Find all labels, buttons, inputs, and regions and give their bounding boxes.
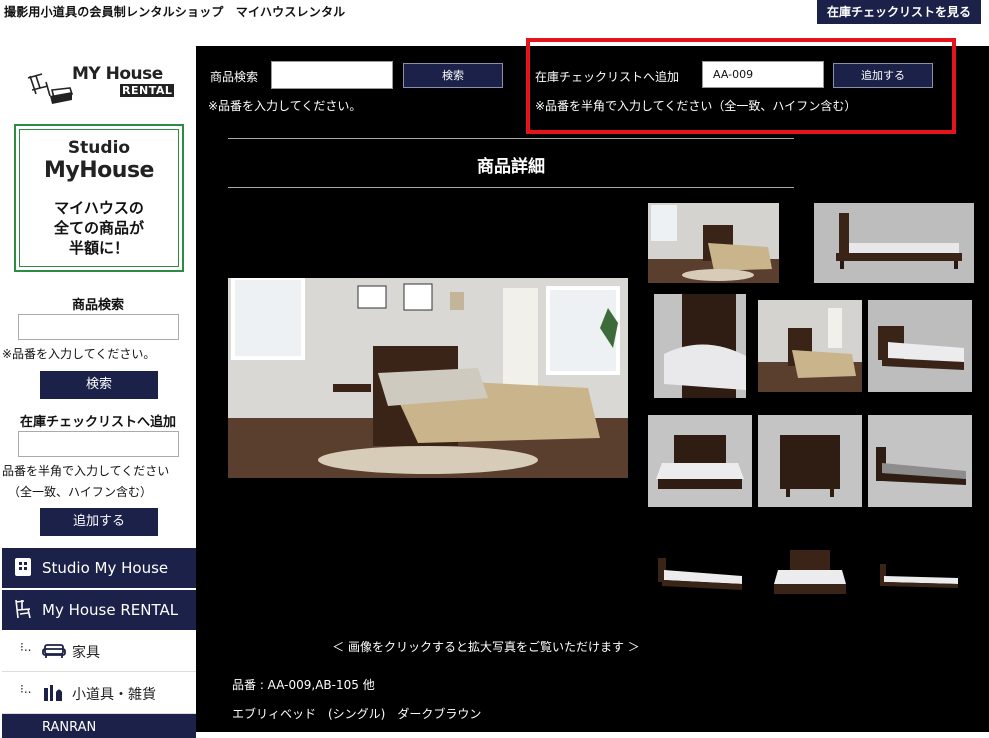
sidebar-search-button[interactable]: 検索 bbox=[40, 371, 158, 399]
site-logo[interactable]: MY House RENTAL bbox=[26, 64, 176, 108]
nav-label: My House RENTAL bbox=[42, 601, 179, 619]
banner-promo-text: マイハウスの 全ての商品が 半額に！ bbox=[16, 198, 182, 258]
click-to-enlarge-note: ＜ 画像をクリックすると拡大写真をご覧いただけます ＞ bbox=[332, 640, 640, 654]
studio-myhouse-banner[interactable]: Studio MyHouse マイハウスの 全ての商品が 半額に！ bbox=[14, 124, 184, 272]
sidebar-stock-note-2: （全一致、ハイフン含む） bbox=[8, 485, 153, 499]
building-icon bbox=[15, 558, 31, 576]
subnav-label: 小道具・雑貨 bbox=[72, 687, 156, 703]
sidebar-stock-input[interactable] bbox=[18, 431, 179, 457]
sidebar: MY House RENTAL Studio MyHouse マイハウスの 全て… bbox=[0, 46, 196, 738]
stock-checklist-note: ※品番を半角で入力してください（全一致、ハイフン含む） bbox=[535, 99, 857, 113]
thumbnail-headboard-back[interactable] bbox=[758, 415, 862, 507]
logo-sub-text: RENTAL bbox=[120, 84, 175, 97]
thumbnail-small-1[interactable] bbox=[656, 552, 748, 598]
subnav-label: 家具 bbox=[72, 645, 100, 661]
sidebar-search-input[interactable] bbox=[18, 314, 179, 340]
main-product-photo[interactable] bbox=[228, 278, 628, 478]
view-checklist-button[interactable]: 在庫チェックリストを見る bbox=[816, 0, 981, 24]
thumbnail-side-view[interactable] bbox=[814, 203, 974, 283]
tree-dots-icon: ⁝.. bbox=[20, 640, 32, 654]
props-icon bbox=[44, 685, 62, 701]
subnav-props[interactable]: ⁝.. 小道具・雑貨 bbox=[2, 672, 196, 714]
thumbnail-room-detail[interactable] bbox=[758, 300, 862, 392]
nav-ranran[interactable]: RANRAN bbox=[2, 714, 196, 738]
sidebar-stock-heading: 在庫チェックリストへ追加 bbox=[19, 415, 176, 430]
top-bar: 撮影用小道具の会員制レンタルショップ マイハウスレンタル 在庫チェックリストを見… bbox=[0, 0, 989, 26]
nav-studio-my-house[interactable]: Studio My House bbox=[2, 548, 196, 588]
item-code: 品番 : AA-009,AB-105 他 bbox=[232, 678, 375, 692]
sofa-icon bbox=[42, 644, 66, 658]
logo-main-text: MY House bbox=[72, 64, 163, 84]
search-note: ※品番を入力してください。 bbox=[208, 99, 362, 113]
divider-top bbox=[228, 138, 794, 139]
divider-bottom bbox=[228, 187, 794, 188]
banner-line-1: Studio bbox=[67, 138, 131, 158]
stock-checklist-label: 在庫チェックリストへ追加 bbox=[535, 70, 680, 84]
thumbnail-room-view[interactable] bbox=[648, 203, 779, 283]
sidebar-search-heading: 商品検索 bbox=[71, 298, 124, 313]
sidebar-stock-add-button[interactable]: 追加する bbox=[40, 508, 158, 536]
thumbnail-headboard-detail[interactable] bbox=[654, 294, 746, 398]
search-input[interactable] bbox=[271, 61, 393, 89]
nav-label: Studio My House bbox=[42, 559, 169, 577]
search-label: 商品検索 bbox=[210, 70, 259, 84]
chair-icon bbox=[15, 599, 31, 619]
nav-label: RANRAN bbox=[42, 720, 97, 735]
thumbnail-frame-slats[interactable] bbox=[868, 415, 972, 507]
thumbnail-small-3[interactable] bbox=[878, 552, 962, 598]
banner-line-2: MyHouse bbox=[44, 158, 154, 183]
thumbnail-angled-view[interactable] bbox=[868, 300, 972, 392]
stock-add-button[interactable]: 追加する bbox=[833, 63, 933, 88]
furniture-logo-icon bbox=[27, 73, 74, 104]
search-button[interactable]: 検索 bbox=[403, 63, 503, 88]
banner-line-4: 全ての商品が bbox=[53, 219, 144, 237]
stock-checklist-input[interactable]: AA-009 bbox=[702, 61, 824, 88]
thumbnail-front-view[interactable] bbox=[648, 415, 752, 507]
banner-line-5: 半額に！ bbox=[68, 239, 129, 257]
product-detail-title: 商品詳細 bbox=[477, 157, 545, 177]
nav-my-house-rental[interactable]: My House RENTAL bbox=[2, 590, 196, 630]
subnav-furniture[interactable]: ⁝.. 家具 bbox=[2, 630, 196, 672]
sidebar-stock-note-1: 品番を半角で入力してください bbox=[2, 464, 170, 478]
main-content: 商品検索 検索 ※品番を入力してください。 在庫チェックリストへ追加 AA-00… bbox=[196, 38, 989, 732]
tree-dots-icon: ⁝.. bbox=[20, 682, 32, 696]
sidebar-search-note: ※品番を入力してください。 bbox=[2, 347, 156, 361]
banner-line-3: マイハウスの bbox=[54, 199, 144, 217]
item-name: エブリィベッド (シングル) ダークブラウン bbox=[232, 707, 482, 721]
thumbnail-small-2[interactable] bbox=[770, 546, 850, 606]
site-tagline: 撮影用小道具の会員制レンタルショップ マイハウスレンタル bbox=[4, 5, 346, 19]
